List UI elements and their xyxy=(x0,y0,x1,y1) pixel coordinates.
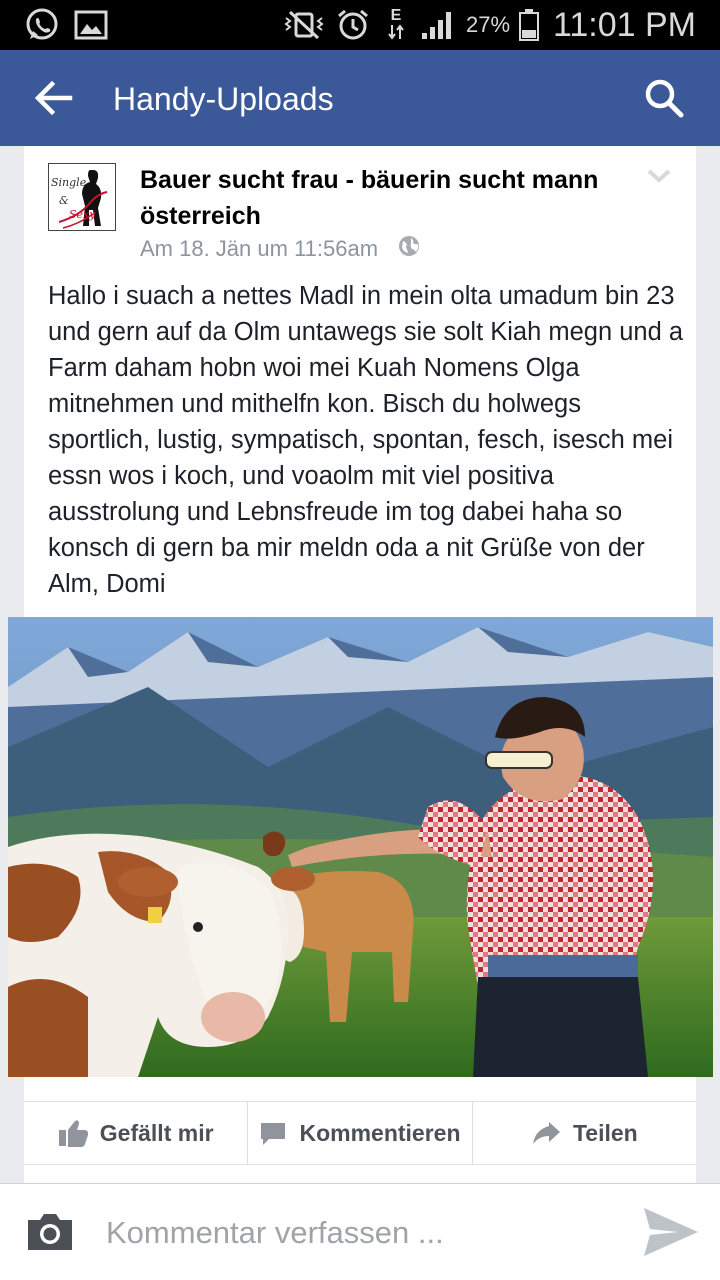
camera-icon[interactable] xyxy=(24,1210,76,1259)
alarm-icon xyxy=(336,0,370,50)
clock: 11:01 PM xyxy=(553,5,697,44)
page-title: Handy-Uploads xyxy=(113,81,334,117)
share-label: Teilen xyxy=(572,1119,638,1146)
globe-icon xyxy=(398,235,420,263)
signal-icon xyxy=(420,0,456,50)
network-type-icon: E xyxy=(388,0,404,50)
post-photo-image xyxy=(8,617,713,1077)
share-button[interactable]: Teilen xyxy=(473,1102,696,1164)
avatar-logo: Single & Sexy xyxy=(49,164,115,230)
post-timestamp[interactable]: Am 18. Jän um 11:56am xyxy=(140,236,378,262)
search-icon[interactable] xyxy=(640,74,688,122)
comment-composer xyxy=(0,1183,720,1280)
svg-text:&: & xyxy=(59,194,69,207)
status-bar: E 27% 11:01 PM xyxy=(0,0,720,50)
post-author[interactable]: Bauer sucht frau - bäuerin sucht mann ös… xyxy=(140,162,610,234)
post-text: Hallo i suach a nettes Madl in mein olta… xyxy=(48,282,684,598)
comment-icon xyxy=(259,1119,287,1147)
comment-label: Kommentieren xyxy=(299,1119,461,1146)
whatsapp-icon xyxy=(24,0,60,50)
post-actions: Gefällt mir Kommentieren Teilen xyxy=(24,1101,696,1165)
back-arrow-icon[interactable] xyxy=(30,74,78,122)
battery-icon xyxy=(518,0,540,50)
battery-percent: 27% xyxy=(466,12,511,37)
like-button[interactable]: Gefällt mir xyxy=(24,1102,249,1164)
gallery-icon xyxy=(74,0,108,50)
chevron-down-icon[interactable] xyxy=(646,166,672,186)
thumbs-up-icon xyxy=(58,1119,88,1147)
svg-text:Single: Single xyxy=(51,176,87,189)
avatar[interactable]: Single & Sexy xyxy=(48,163,116,231)
comment-button[interactable]: Kommentieren xyxy=(248,1102,473,1164)
app-bar: Handy-Uploads xyxy=(0,50,720,146)
post-photo[interactable] xyxy=(8,617,713,1077)
vibrate-mute-icon xyxy=(282,0,326,50)
like-label: Gefällt mir xyxy=(99,1119,214,1146)
post-meta: Am 18. Jän um 11:56am xyxy=(140,234,420,264)
comment-input[interactable] xyxy=(106,1206,606,1260)
svg-text:Sexy: Sexy xyxy=(69,208,96,221)
share-arrow-icon xyxy=(531,1120,561,1146)
send-icon[interactable] xyxy=(640,1204,700,1265)
